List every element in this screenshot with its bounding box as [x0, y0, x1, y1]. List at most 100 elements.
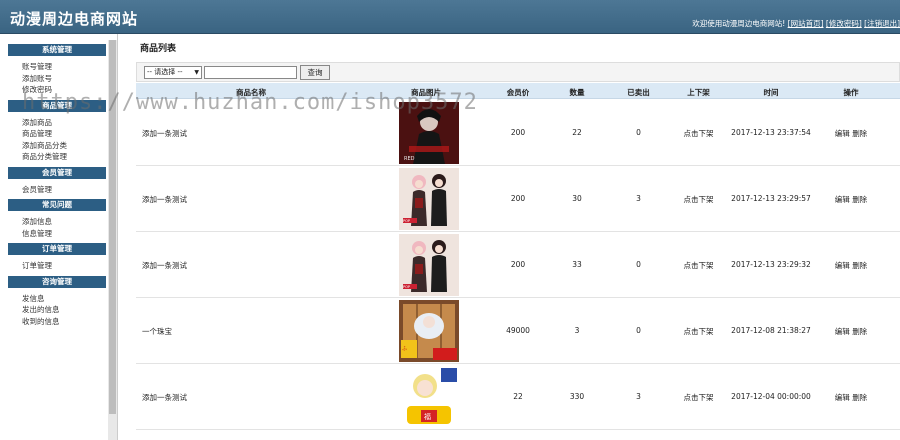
- svg-text:福: 福: [424, 412, 431, 421]
- sidebar-menu: 系统管理 账号管理 添加账号 修改密码 商品管理 添加商品 商品管理 添加商品分类 商品分类管理…: [8, 44, 106, 331]
- table-row: 添加一条测试 200 30 3 点击下架 2017-12-13 23:29:57 编辑 删除…: [136, 166, 900, 232]
- sidebar-item[interactable]: 修改密码: [8, 84, 106, 96]
- sold-count: 3: [636, 194, 641, 203]
- table-row: 添加一条测试 200 22 0 点击下架 2017-12-13 23:37:54 编辑 删除…: [136, 100, 900, 166]
- category-select-value: -- 请选择 --: [147, 68, 183, 76]
- chevron-down-icon: ▼: [194, 69, 199, 76]
- sidebar-item[interactable]: 添加商品: [8, 117, 106, 129]
- row-actions: 编辑 删除: [826, 260, 876, 271]
- column-name: 商品名称: [236, 88, 266, 97]
- toggle-shelf-link[interactable]: 点击下架: [671, 392, 726, 403]
- sidebar-group-title[interactable]: 系统管理: [8, 44, 106, 56]
- edit-link[interactable]: 编辑: [835, 195, 850, 204]
- table-header: 商品名称 商品图片 会员价 数量 已卖出 上下架 时间 操作: [136, 83, 900, 99]
- sidebar-group: 订单管理 订单管理: [8, 243, 106, 272]
- sidebar-group-title[interactable]: 会员管理: [8, 166, 106, 179]
- logout-link[interactable]: [注销退出]: [864, 19, 900, 28]
- product-image[interactable]: POP: [399, 234, 459, 296]
- product-image[interactable]: POP: [399, 168, 459, 230]
- row-actions: 编辑 删除: [826, 194, 876, 205]
- sidebar-group-title[interactable]: 订单管理: [8, 243, 106, 255]
- quantity: 22: [572, 128, 582, 137]
- delete-link[interactable]: 删除: [852, 393, 867, 402]
- product-name: 添加一条测试: [142, 261, 187, 270]
- sidebar-item[interactable]: 账号管理: [8, 61, 106, 73]
- svg-text:ふ: ふ: [402, 346, 407, 352]
- svg-text:POP: POP: [403, 285, 410, 289]
- product-name: 一个珠宝: [142, 327, 172, 336]
- search-input[interactable]: [204, 66, 297, 79]
- sidebar-item[interactable]: 会员管理: [8, 184, 106, 196]
- sidebar-item[interactable]: 添加信息: [8, 216, 106, 228]
- column-image: 商品图片: [411, 88, 441, 97]
- svg-text:RED: RED: [404, 156, 415, 162]
- sidebar-item[interactable]: 发出的信息: [8, 304, 106, 316]
- welcome-text: 欢迎使用动漫周边电商网站!: [692, 19, 786, 28]
- change-password-link[interactable]: [修改密码]: [826, 19, 862, 28]
- edit-link[interactable]: 编辑: [835, 327, 850, 336]
- toggle-shelf-link[interactable]: 点击下架: [671, 194, 726, 205]
- sidebar-group: 系统管理账号管理 添加账号 修改密码: [8, 44, 106, 96]
- main-content: 商品列表 -- 请选择 -- ▼ 查询 商品名称 商品图片 会员价 数量 已卖出…: [136, 34, 900, 440]
- sidebar-item[interactable]: 订单管理: [8, 260, 106, 272]
- created-time: 2017-12-13 23:29:57: [731, 194, 811, 203]
- delete-link[interactable]: 删除: [852, 129, 867, 138]
- delete-link[interactable]: 删除: [852, 261, 867, 270]
- column-shelf: 上下架: [687, 88, 710, 97]
- sidebar-group-title[interactable]: 常见问题: [8, 199, 106, 211]
- sidebar-item[interactable]: 添加商品分类: [8, 140, 106, 152]
- sidebar-group: 会员管理 会员管理: [8, 166, 106, 196]
- column-quantity: 数量: [569, 88, 585, 97]
- edit-link[interactable]: 编辑: [835, 393, 850, 402]
- sold-count: 0: [636, 128, 641, 137]
- sidebar-group: 商品管理 添加商品 商品管理 添加商品分类 商品分类管理: [8, 99, 106, 163]
- sidebar-group-title[interactable]: 咨询管理: [8, 275, 106, 288]
- sidebar-item[interactable]: 商品分类管理: [8, 151, 106, 163]
- quantity: 330: [569, 392, 585, 401]
- row-actions: 编辑 删除: [826, 392, 876, 403]
- sidebar-item[interactable]: 商品管理: [8, 128, 106, 140]
- toggle-shelf-link[interactable]: 点击下架: [671, 326, 726, 337]
- search-button[interactable]: 查询: [300, 65, 330, 80]
- sidebar-group-title[interactable]: 商品管理: [8, 99, 106, 112]
- toggle-shelf-link[interactable]: 点击下架: [671, 260, 726, 271]
- table-row: 一个珠宝 49000 3 0 点击下架 2017-12-08 21:38:27 编辑 删除ふ: [136, 298, 900, 364]
- top-links: 欢迎使用动漫周边电商网站! [网站首页] [修改密码] [注销退出]: [692, 18, 900, 29]
- quantity: 33: [572, 260, 582, 269]
- member-price: 200: [510, 260, 526, 269]
- sold-count: 0: [636, 260, 641, 269]
- toggle-shelf-link[interactable]: 点击下架: [671, 128, 726, 139]
- table-row: 添加一条测试 200 33 0 点击下架 2017-12-13 23:29:32 编辑 删除…: [136, 232, 900, 298]
- sidebar-group: 咨询管理发信息 发出的信息 收到的信息: [8, 275, 106, 328]
- site-header: 动漫周边电商网站 欢迎使用动漫周边电商网站! [网站首页] [修改密码] [注销…: [0, 0, 900, 34]
- home-link[interactable]: [网站首页]: [788, 19, 824, 28]
- created-time: 2017-12-04 00:00:00: [731, 392, 811, 401]
- product-name: 添加一条测试: [142, 129, 187, 138]
- delete-link[interactable]: 删除: [852, 195, 867, 204]
- row-actions: 编辑 删除: [826, 326, 876, 337]
- product-name: 添加一条测试: [142, 393, 187, 402]
- sidebar-group: 常见问题添加信息 信息管理: [8, 199, 106, 239]
- sidebar-scrollbar-thumb[interactable]: [109, 40, 116, 414]
- product-image[interactable]: ふ: [399, 300, 459, 362]
- quantity: 3: [574, 326, 580, 335]
- sold-count: 0: [636, 326, 641, 335]
- column-sold: 已卖出: [627, 88, 650, 97]
- product-image[interactable]: 福: [399, 366, 459, 428]
- column-price: 会员价: [506, 88, 530, 97]
- product-image[interactable]: RED: [399, 102, 459, 164]
- sidebar-item[interactable]: 信息管理: [8, 228, 106, 240]
- sidebar-item[interactable]: 添加账号: [8, 73, 106, 85]
- category-select[interactable]: -- 请选择 -- ▼: [144, 66, 202, 79]
- edit-link[interactable]: 编辑: [835, 261, 850, 270]
- sidebar-item[interactable]: 收到的信息: [8, 316, 106, 328]
- sold-count: 3: [636, 392, 641, 401]
- member-price: 49000: [506, 326, 530, 335]
- edit-link[interactable]: 编辑: [835, 129, 850, 138]
- sidebar-item[interactable]: 发信息: [8, 293, 106, 305]
- site-title: 动漫周边电商网站: [10, 10, 139, 28]
- member-price: 22: [513, 392, 523, 401]
- member-price: 200: [510, 128, 526, 137]
- row-actions: 编辑 删除: [826, 128, 876, 139]
- delete-link[interactable]: 删除: [852, 327, 867, 336]
